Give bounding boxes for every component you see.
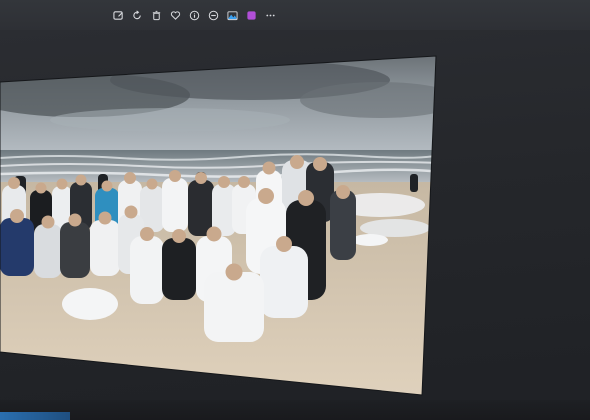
window-bottom-bezel (0, 400, 590, 420)
beach-group-photo (0, 55, 437, 396)
taskbar-accent (0, 412, 70, 420)
